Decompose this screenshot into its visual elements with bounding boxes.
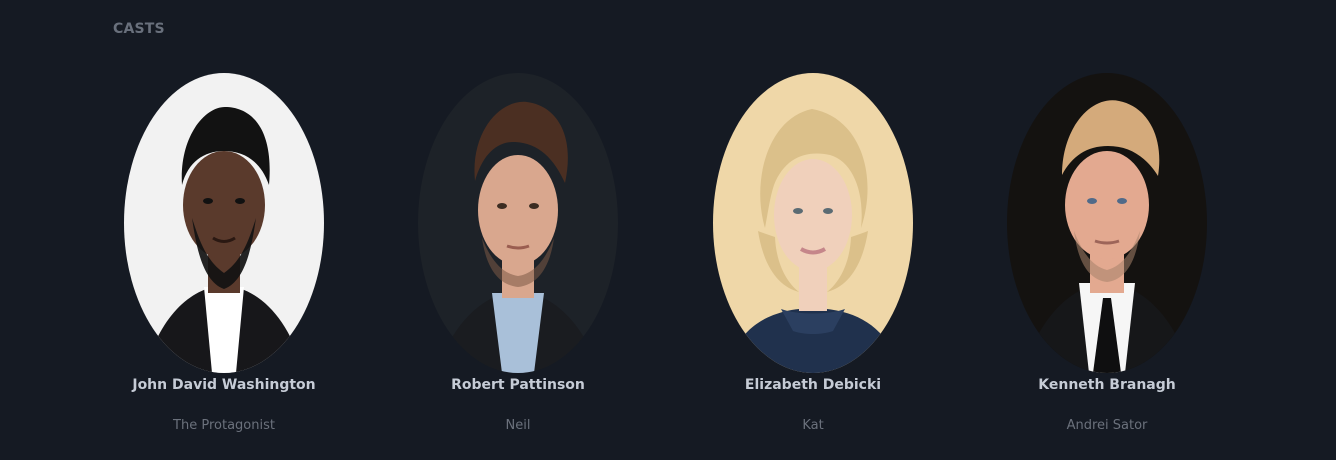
actor-portrait (713, 73, 913, 373)
cast-card-kenneth-branagh[interactable]: Kenneth Branagh Andrei Sator (977, 73, 1237, 443)
cast-card-john-david-washington[interactable]: John David Washington The Protagonist (94, 73, 354, 443)
actor-photo[interactable] (124, 73, 324, 373)
actor-name[interactable]: Robert Pattinson (388, 377, 648, 393)
actor-portrait (1007, 73, 1207, 373)
character-name: The Protagonist (173, 418, 275, 433)
cast-card-elizabeth-debicki[interactable]: Elizabeth Debicki Kat (683, 73, 943, 443)
character-name: Neil (505, 418, 531, 433)
cast-card-robert-pattinson[interactable]: Robert Pattinson Neil (388, 73, 648, 443)
actor-photo[interactable] (1007, 73, 1207, 373)
actor-name[interactable]: Elizabeth Debicki (683, 377, 943, 393)
actor-portrait (124, 73, 324, 373)
character-name: Kat (802, 418, 824, 433)
actor-photo[interactable] (713, 73, 913, 373)
section-title: CASTS (113, 21, 165, 37)
actor-photo[interactable] (418, 73, 618, 373)
character-name: Andrei Sator (1066, 418, 1148, 433)
actor-name[interactable]: John David Washington (94, 377, 354, 393)
casts-section: CASTS John David Washington The Protagon… (0, 0, 1336, 460)
actor-name[interactable]: Kenneth Branagh (977, 377, 1237, 393)
actor-portrait (418, 73, 618, 373)
